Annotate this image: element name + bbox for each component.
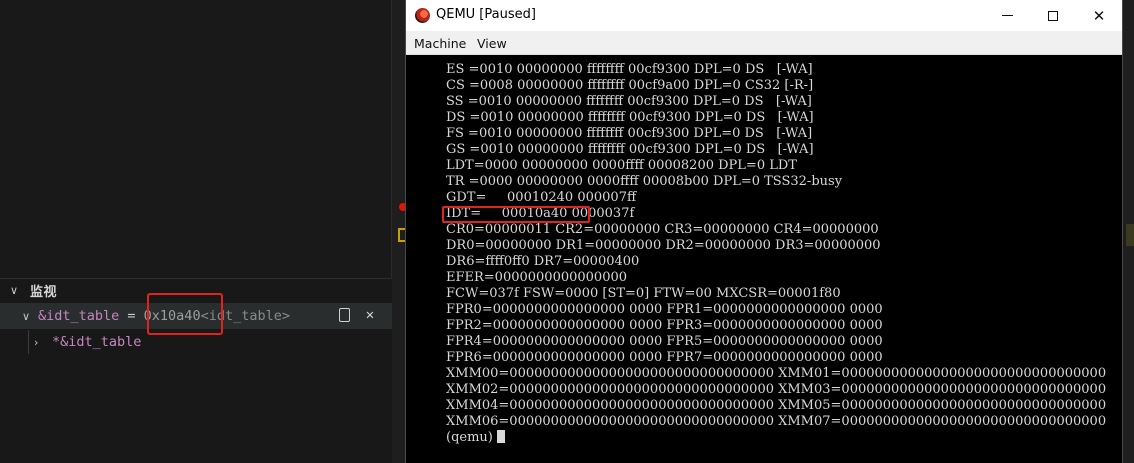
watch-item-actions: ✕	[336, 306, 378, 324]
qemu-window: QEMU [Paused] ✕ Machine View ES =0010 00…	[406, 0, 1122, 463]
close-button[interactable]: ✕	[1076, 0, 1122, 31]
copy-value-icon[interactable]	[336, 306, 352, 324]
maximize-icon	[1048, 10, 1058, 21]
annotation-highlight-box	[442, 206, 590, 223]
console-line: TR =0000 00000000 0000ffff 00008b00 DPL=…	[446, 174, 843, 189]
text-cursor	[496, 430, 505, 443]
console-line: ES =0010 00000000 ffffffff 00cf9300 DPL=…	[446, 62, 813, 77]
console-prompt-line[interactable]: (qemu)	[446, 430, 1106, 446]
console-output: ES =0010 00000000 ffffffff 00cf9300 DPL=…	[446, 62, 1106, 446]
console-line: XMM02=00000000000000000000000000000000 X…	[446, 382, 1107, 397]
console-line: DR0=00000000 DR1=00000000 DR2=00000000 D…	[446, 238, 881, 253]
remove-icon[interactable]: ✕	[362, 306, 378, 324]
watch-child-expression: *&idt_table	[52, 334, 142, 350]
window-titlebar[interactable]: QEMU [Paused] ✕	[406, 0, 1122, 31]
sidebar-empty-area	[0, 0, 392, 278]
watch-section-title: 监视	[30, 285, 58, 300]
menu-bar: Machine View	[406, 31, 1122, 55]
console-line: GS =0010 00000000 ffffffff 00cf9300 DPL=…	[446, 142, 814, 157]
console-line: DS =0010 00000000 ffffffff 00cf9300 DPL=…	[446, 110, 814, 125]
close-icon: ✕	[1092, 6, 1106, 25]
console-line: XMM00=00000000000000000000000000000000 X…	[446, 366, 1107, 381]
watch-equals: =	[119, 308, 144, 324]
maximize-button[interactable]	[1030, 0, 1076, 31]
console-line: FPR4=0000000000000000 0000 FPR5=00000000…	[446, 334, 883, 349]
chevron-down-icon[interactable]: ∨	[22, 310, 38, 323]
menu-view[interactable]: View	[477, 36, 507, 51]
scrollbar-marker	[1126, 224, 1134, 246]
debug-sidebar: ∨ 监视 ∨ &idt_table = 0x10a40 <idt_table> …	[0, 0, 392, 463]
bracket-marker-icon	[398, 228, 405, 242]
annotation-highlight-box	[147, 293, 223, 335]
console-line: FPR6=0000000000000000 0000 FPR7=00000000…	[446, 350, 883, 365]
qemu-logo-icon	[415, 8, 430, 23]
console-line: FPR0=0000000000000000 0000 FPR1=00000000…	[446, 302, 883, 317]
console-line: XMM04=00000000000000000000000000000000 X…	[446, 398, 1107, 413]
console-line: EFER=0000000000000000	[446, 270, 628, 285]
menu-machine[interactable]: Machine	[414, 36, 466, 51]
console-line: SS =0010 00000000 ffffffff 00cf9300 DPL=…	[446, 94, 812, 109]
qemu-monitor-console[interactable]: ES =0010 00000000 ffffffff 00cf9300 DPL=…	[406, 55, 1122, 463]
console-line: FS =0010 00000000 ffffffff 00cf9300 DPL=…	[446, 126, 813, 141]
console-line: FPR2=0000000000000000 0000 FPR3=00000000…	[446, 318, 883, 333]
minimize-icon	[1001, 15, 1013, 16]
console-line: FCW=037f FSW=0000 [ST=0] FTW=00 MXCSR=00…	[446, 286, 841, 301]
console-line: CS =0008 00000000 ffffffff 00cf9a00 DPL=…	[446, 78, 814, 93]
chevron-right-icon[interactable]: ›	[34, 336, 52, 349]
console-line: LDT=0000 00000000 0000ffff 00008200 DPL=…	[446, 158, 797, 173]
minimize-button[interactable]	[984, 0, 1030, 31]
window-title: QEMU [Paused]	[436, 7, 536, 22]
console-line: DR6=ffff0ff0 DR7=00000400	[446, 254, 640, 269]
console-prompt: (qemu)	[446, 430, 493, 445]
chevron-down-icon[interactable]: ∨	[10, 284, 24, 297]
console-line: XMM06=00000000000000000000000000000000 X…	[446, 414, 1107, 429]
console-line: GDT= 00010240 000007ff	[446, 190, 637, 205]
console-line: CR0=00000011 CR2=00000000 CR3=00000000 C…	[446, 222, 879, 237]
watch-expression: &idt_table	[38, 308, 120, 324]
